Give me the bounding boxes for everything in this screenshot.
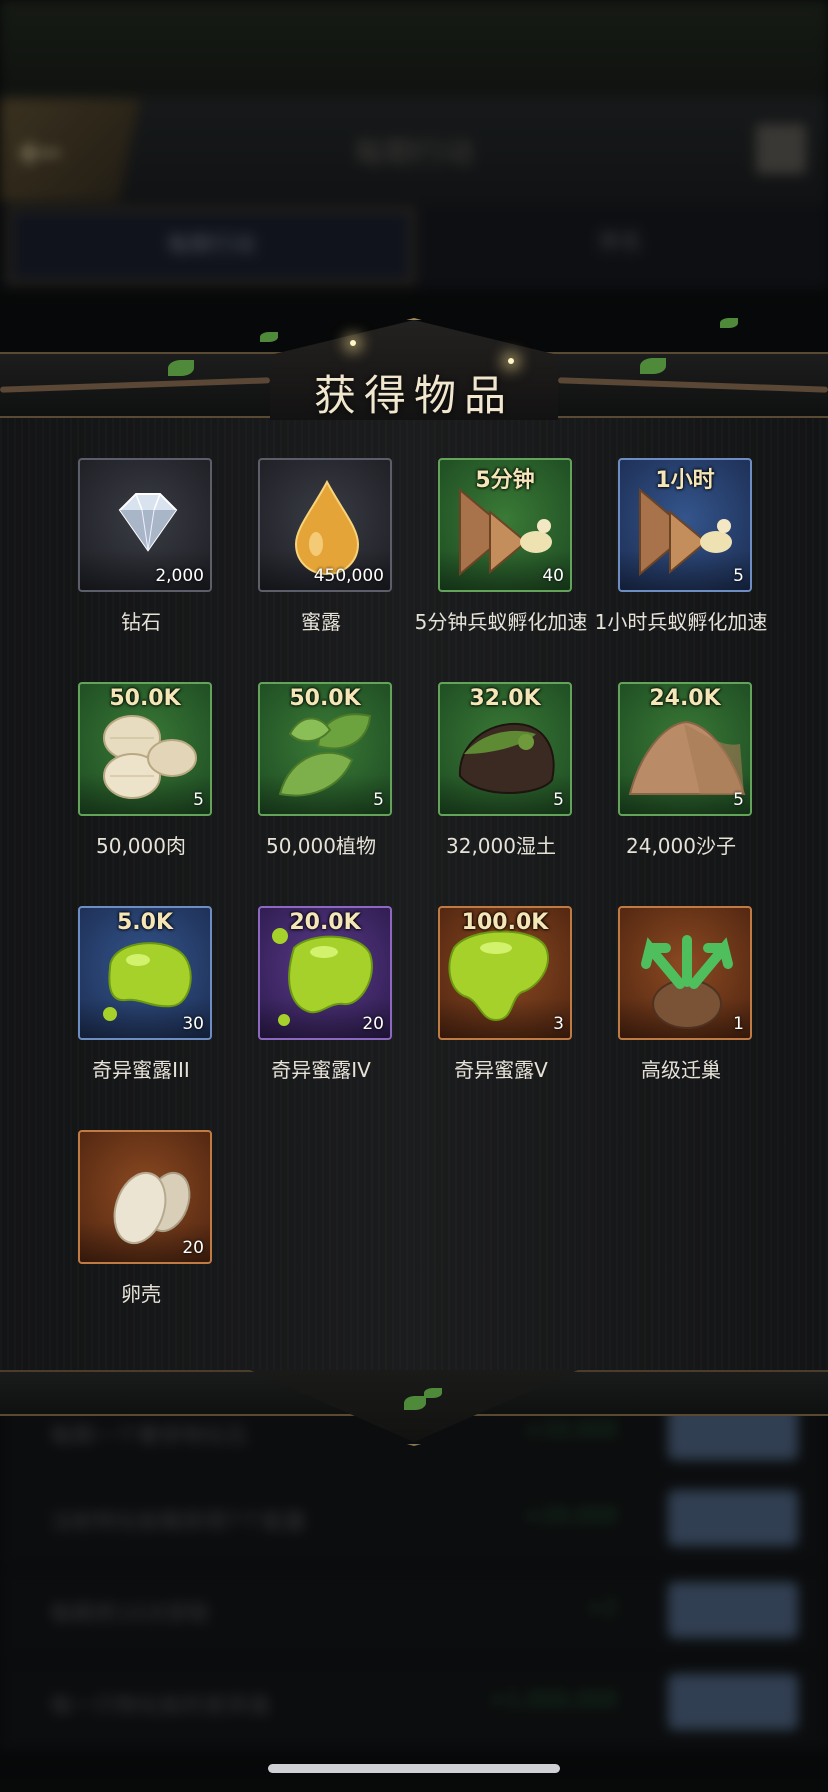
item-frame: 32.0K 5 [438,682,572,816]
item-count: 1 [733,1014,744,1034]
item-name: 奇异蜜露V [454,1058,548,1082]
item-name: 奇异蜜露III [92,1058,190,1082]
item-top-label: 50.0K [289,686,361,711]
item-name: 钻石 [121,610,161,634]
item-frame: 50.0K 5 [78,682,212,816]
item-frame: 2,000 [78,458,212,592]
item-count: 5 [553,790,564,810]
item-frame: 100.0K 3 [438,906,572,1040]
item-frame: 1小时 5 [618,458,752,592]
item-top-label: 5分钟 [475,468,535,493]
item-count: 2,000 [155,566,204,586]
title-banner: 获得物品 [0,310,828,422]
item-count: 40 [542,566,564,586]
banner-trim [268,318,560,356]
item-name: 高级迁巢 [641,1058,721,1082]
modal-title: 获得物品 [313,371,514,420]
item-top-label: 32.0K [469,686,541,711]
item-name: 卵壳 [121,1282,161,1306]
leaf-icon [720,318,738,328]
item-top-label: 50.0K [109,686,181,711]
item-frame: 20 [78,1130,212,1264]
sparkle-icon [350,340,356,346]
item-name: 5分钟兵蚁孵化加速 [414,610,588,634]
item-frame: 5分钟 40 [438,458,572,592]
leaf-icon [260,332,278,342]
item-name: 蜜露 [301,610,341,634]
item-name: 奇异蜜露IV [271,1058,371,1082]
item-frame: 24.0K 5 [618,682,752,816]
item-top-label: 1小时 [655,468,715,493]
item-count: 30 [182,1014,204,1034]
item-frame: 5.0K 30 [78,906,212,1040]
item-count: 5 [733,566,744,586]
item-name: 50,000植物 [266,834,376,858]
item-frame: 450,000 [258,458,392,592]
leaf-icon [424,1388,442,1398]
item-top-label: 24.0K [649,686,721,711]
item-frame: 1 [618,906,752,1040]
item-count: 5 [193,790,204,810]
leaf-icon [404,1396,426,1410]
item-count: 5 [373,790,384,810]
item-name: 50,000肉 [96,834,186,858]
panel-bottom-trim [0,1370,828,1446]
item-count: 3 [553,1014,564,1034]
home-indicator[interactable] [268,1764,560,1773]
item-name: 32,000湿土 [446,834,556,858]
item-name: 24,000沙子 [626,834,736,858]
item-top-label: 20.0K [289,910,361,935]
item-frame: 20.0K 20 [258,906,392,1040]
item-frame: 50.0K 5 [258,682,392,816]
item-top-label: 100.0K [461,910,549,935]
item-count: 20 [362,1014,384,1034]
item-name: 1小时兵蚁孵化加速 [594,610,768,634]
item-count: 20 [182,1238,204,1258]
item-count: 450,000 [313,566,384,586]
item-count: 5 [733,790,744,810]
item-top-label: 5.0K [116,910,174,935]
